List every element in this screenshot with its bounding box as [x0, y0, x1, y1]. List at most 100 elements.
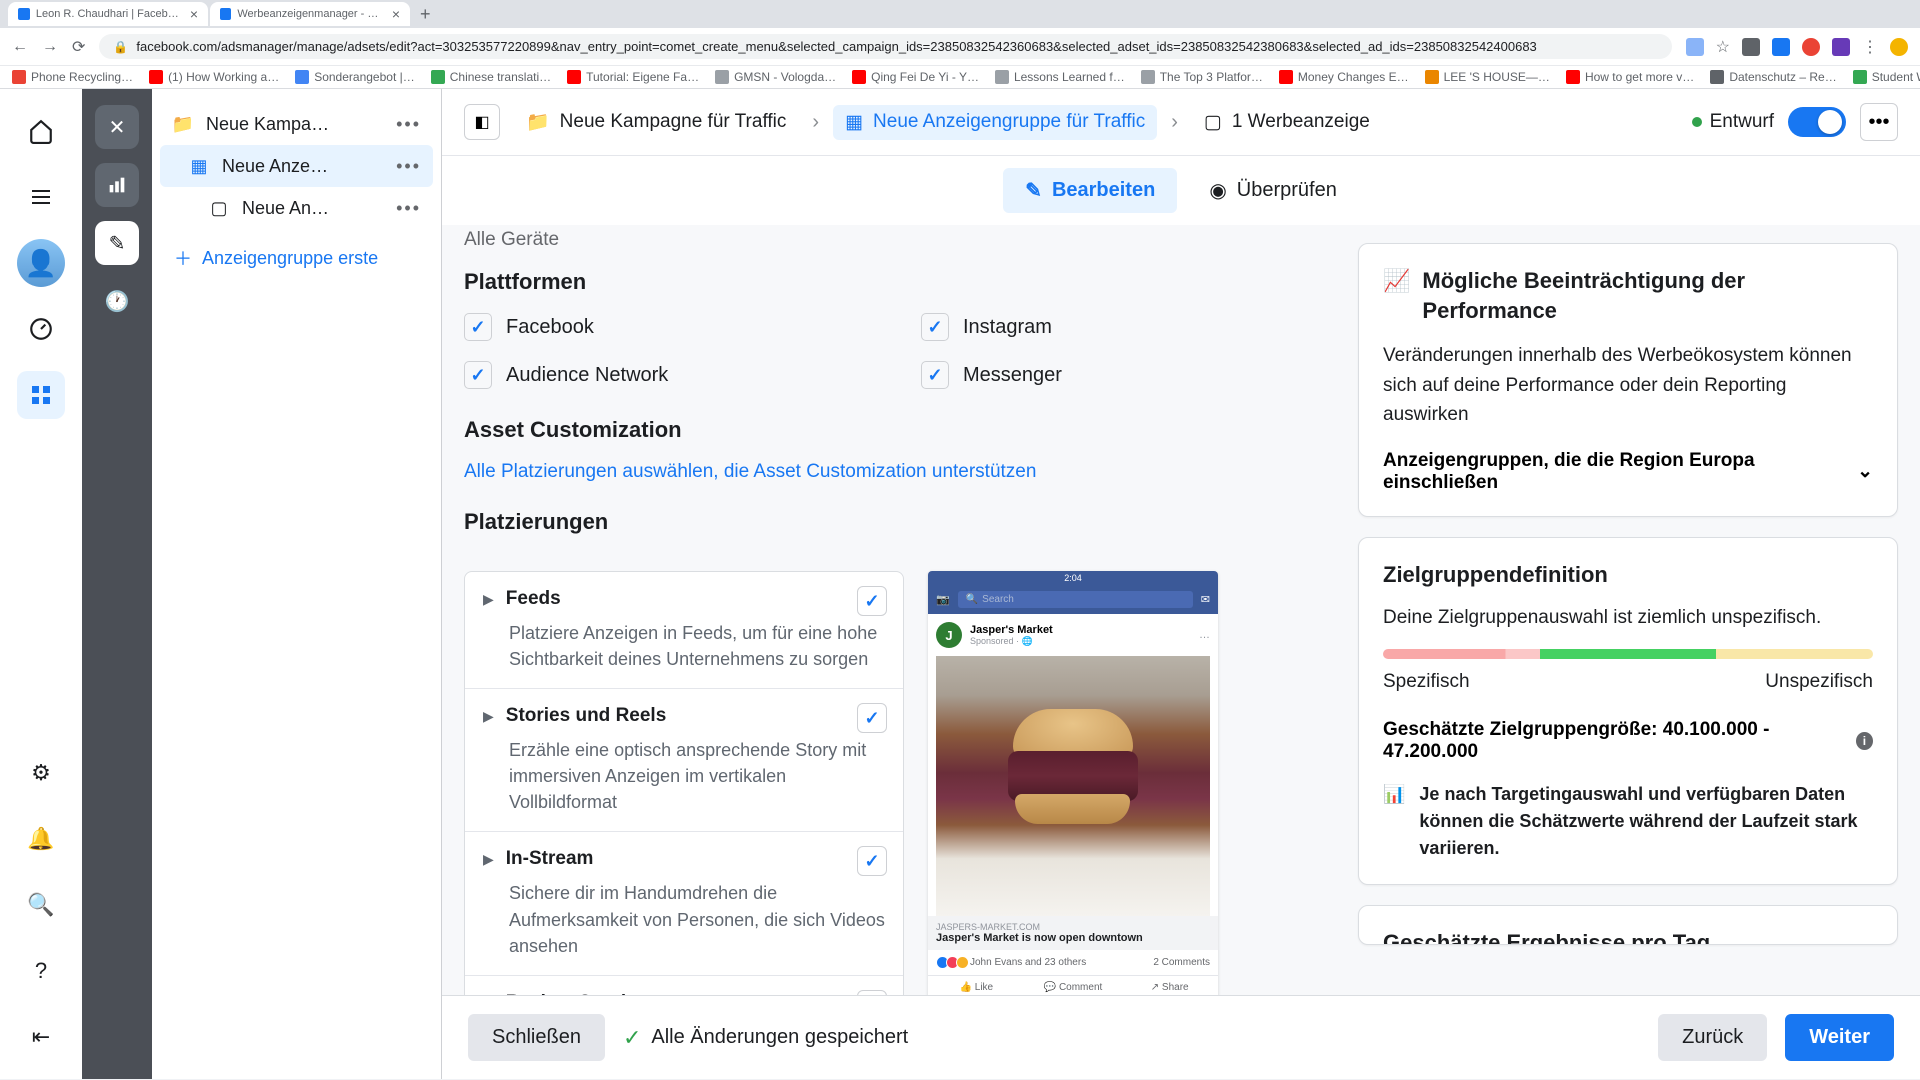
back-button[interactable]: Zurück — [1658, 1014, 1767, 1061]
ext-icon[interactable] — [1686, 38, 1704, 56]
bookmark[interactable]: Tutorial: Eigene Fa… — [567, 70, 699, 84]
browser-tab-active[interactable]: Werbeanzeigenmanager - We…× — [210, 2, 410, 26]
caret-right-icon: ▶ — [483, 591, 494, 608]
ext-icon[interactable] — [1772, 38, 1790, 56]
bookmark[interactable]: Lessons Learned f… — [995, 70, 1125, 84]
add-label: Anzeigengruppe erste — [202, 248, 378, 269]
bookmark[interactable]: The Top 3 Platfor… — [1141, 70, 1263, 84]
note-row: 📊Je nach Targetingauswahl und verfügbare… — [1383, 781, 1873, 862]
bookmark[interactable]: Sonderangebot |… — [295, 70, 415, 84]
more-icon[interactable]: ••• — [396, 114, 421, 135]
bookmark[interactable]: (1) How Working a… — [149, 70, 279, 84]
expand-label: Anzeigengruppen, die die Region Europa e… — [1383, 450, 1857, 494]
bookmark[interactable]: How to get more v… — [1566, 70, 1694, 84]
footer-bar: Schließen ✓Alle Änderungen gespeichert Z… — [442, 995, 1920, 1079]
bookmark[interactable]: Chinese translati… — [431, 70, 551, 84]
publish-toggle[interactable] — [1788, 107, 1846, 137]
placement-item[interactable]: ▶In-Stream ✓ Sichere dir im Handumdrehen… — [465, 832, 903, 975]
page-name: Jasper's Market — [970, 624, 1053, 636]
more-icon[interactable]: ••• — [396, 198, 421, 219]
placement-item[interactable]: ▶Reels – Overlay ✓ — [465, 976, 903, 995]
close-icon[interactable]: × — [392, 6, 400, 22]
bookmark[interactable]: Money Changes E… — [1279, 70, 1409, 84]
checkbox-facebook[interactable]: ✓Facebook — [464, 313, 881, 341]
bookmarks-bar: Phone Recycling… (1) How Working a… Sond… — [0, 65, 1920, 88]
close-button[interactable]: Schließen — [468, 1014, 605, 1061]
tree-campaign[interactable]: 📁 Neue Kampa… ••• — [160, 103, 433, 145]
search-icon[interactable]: 🔍 — [17, 881, 65, 929]
lock-icon: 🔒 — [113, 40, 128, 54]
collapse-icon[interactable]: ⇤ — [17, 1013, 65, 1061]
phone-time: 2:04 — [1064, 573, 1082, 583]
gear-icon[interactable]: ⚙ — [17, 749, 65, 797]
menu-icon[interactable] — [17, 173, 65, 221]
tree-adset[interactable]: ▦ Neue Anze… ••• — [160, 145, 433, 187]
clock-icon[interactable]: 🕐 — [95, 279, 139, 323]
ext-icon[interactable] — [1832, 38, 1850, 56]
card-text: Veränderungen innerhalb des Werbeökosyst… — [1383, 341, 1873, 429]
user-avatar[interactable]: 👤 — [17, 239, 65, 287]
close-button[interactable]: ✕ — [95, 105, 139, 149]
tab-review[interactable]: ◉Überprüfen — [1187, 168, 1359, 213]
star-icon[interactable]: ☆ — [1716, 37, 1730, 57]
panel-toggle-icon[interactable]: ◧ — [464, 104, 500, 140]
reload-icon[interactable]: ⟳ — [72, 37, 85, 57]
bookmark[interactable]: GMSN - Vologda… — [715, 70, 836, 84]
bookmark[interactable]: Student Wants an… — [1853, 70, 1920, 84]
expand-row[interactable]: Anzeigengruppen, die die Region Europa e… — [1383, 450, 1873, 494]
tab-edit[interactable]: ✎Bearbeiten — [1003, 168, 1177, 213]
chevron-right-icon: › — [812, 111, 819, 134]
checkbox-icon[interactable]: ✓ — [857, 586, 887, 616]
info-icon[interactable]: i — [1856, 732, 1873, 750]
address-bar[interactable]: 🔒facebook.com/adsmanager/manage/adsets/e… — [99, 34, 1671, 59]
menu-icon[interactable]: ⋮ — [1862, 37, 1878, 57]
chart-icon[interactable] — [95, 163, 139, 207]
back-icon[interactable]: ← — [12, 38, 28, 56]
help-icon[interactable]: ? — [17, 947, 65, 995]
checkbox-icon[interactable]: ✓ — [857, 990, 887, 995]
bookmark[interactable]: Qing Fei De Yi - Y… — [852, 70, 979, 84]
more-icon[interactable]: ••• — [396, 156, 421, 177]
forward-icon[interactable]: → — [42, 38, 58, 56]
bell-icon[interactable]: 🔔 — [17, 815, 65, 863]
checkbox-label: Instagram — [963, 316, 1052, 339]
placement-title: Feeds — [506, 588, 561, 610]
browser-tab[interactable]: Leon R. Chaudhari | Facebook× — [8, 2, 208, 26]
card-text: Deine Zielgruppenauswahl ist ziemlich un… — [1383, 603, 1873, 632]
more-button[interactable]: ••• — [1860, 103, 1898, 141]
tree-ad[interactable]: ▢ Neue An… ••• — [160, 187, 433, 229]
crumb-adset[interactable]: ▦Neue Anzeigengruppe für Traffic — [833, 105, 1157, 140]
saved-status: ✓Alle Änderungen gespeichert — [623, 1025, 908, 1051]
bookmark[interactable]: LEE 'S HOUSE—… — [1425, 70, 1550, 84]
asset-link[interactable]: Alle Platzierungen auswählen, die Asset … — [464, 461, 1338, 483]
ad-headline: Jasper's Market is now open downtown — [936, 932, 1210, 944]
new-tab-button[interactable]: + — [412, 4, 439, 25]
checkbox-icon[interactable]: ✓ — [857, 703, 887, 733]
profile-avatar[interactable] — [1890, 38, 1908, 56]
checkbox-icon[interactable]: ✓ — [857, 846, 887, 876]
bookmark[interactable]: Datenschutz – Re… — [1710, 70, 1836, 84]
note-text: Je nach Targetingauswahl und verfügbaren… — [1419, 781, 1873, 862]
crumb-label: Neue Kampagne für Traffic — [560, 111, 787, 133]
bookmark[interactable]: Phone Recycling… — [12, 70, 133, 84]
crumb-ad[interactable]: ▢1 Werbeanzeige — [1192, 105, 1382, 140]
ad-icon: ▢ — [1204, 111, 1222, 134]
checkbox-messenger[interactable]: ✓Messenger — [921, 361, 1338, 389]
next-button[interactable]: Weiter — [1785, 1014, 1894, 1061]
ext-icon[interactable] — [1742, 38, 1760, 56]
audience-card: Zielgruppendefinition Deine Zielgruppena… — [1358, 537, 1898, 885]
checkbox-instagram[interactable]: ✓Instagram — [921, 313, 1338, 341]
pencil-icon[interactable]: ✎ — [95, 221, 139, 265]
ext-icon[interactable] — [1802, 38, 1820, 56]
platforms-heading: Plattformen — [464, 269, 1338, 295]
grid-icon[interactable] — [17, 371, 65, 419]
placement-item[interactable]: ▶Stories und Reels ✓ Erzähle eine optisc… — [465, 689, 903, 832]
folder-icon: 📁 — [526, 110, 550, 134]
crumb-campaign[interactable]: 📁 Neue Kampagne für Traffic — [514, 104, 798, 140]
placement-item[interactable]: ▶Feeds ✓ Platziere Anzeigen in Feeds, um… — [465, 572, 903, 689]
checkbox-audience-network[interactable]: ✓Audience Network — [464, 361, 881, 389]
home-icon[interactable] — [17, 107, 65, 155]
close-icon[interactable]: × — [190, 6, 198, 22]
gauge-icon[interactable] — [17, 305, 65, 353]
add-adset-button[interactable]: ＋ Anzeigengruppe erste — [160, 229, 433, 287]
